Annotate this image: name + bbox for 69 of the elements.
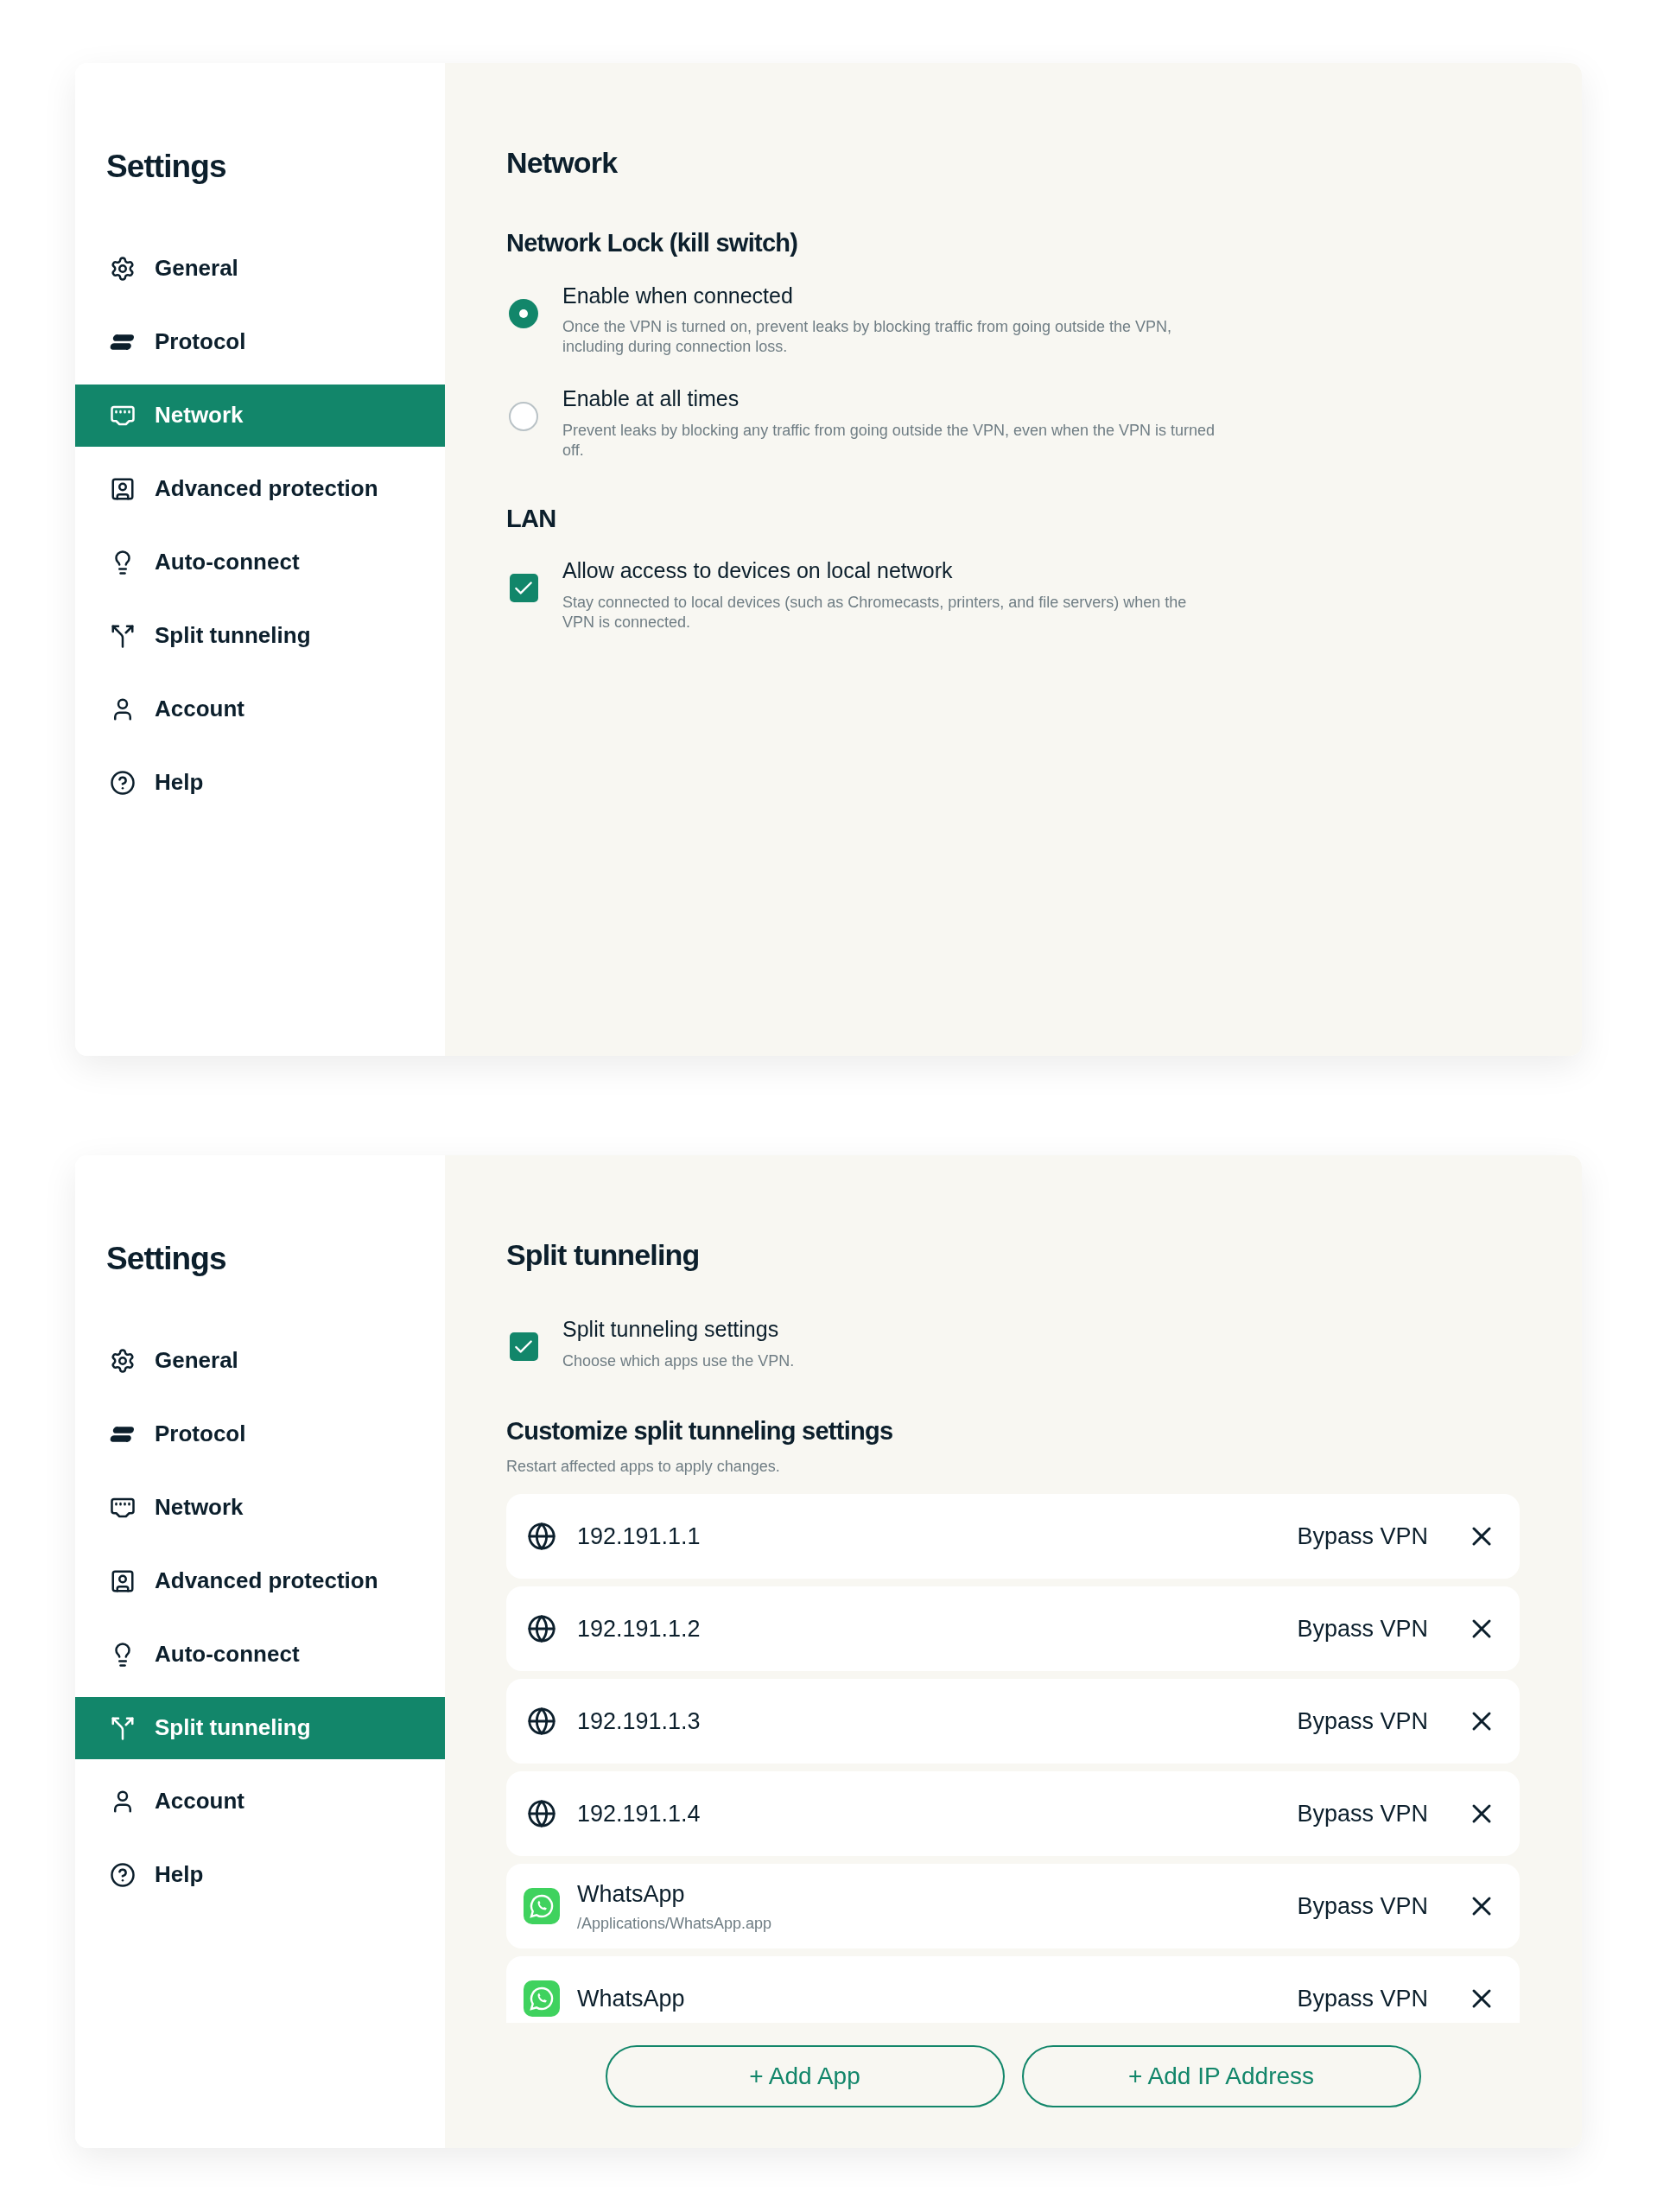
sidebar-item[interactable]: Network bbox=[75, 384, 445, 447]
mode-label: Bypass VPN bbox=[1297, 1799, 1428, 1828]
sidebar-item[interactable]: Help bbox=[75, 1843, 445, 1906]
entry-path: /Applications/WhatsApp.app bbox=[577, 1913, 772, 1934]
option-label: Allow access to devices on local network bbox=[562, 557, 954, 584]
globe-icon bbox=[527, 1799, 556, 1828]
split-arrow-icon bbox=[110, 1714, 136, 1741]
mode-label: Bypass VPN bbox=[1297, 1707, 1428, 1736]
help-icon bbox=[110, 1861, 136, 1888]
sidebar-item[interactable]: Auto-connect bbox=[75, 1623, 445, 1686]
sidebar-item[interactable]: Help bbox=[75, 751, 445, 814]
chat-app-icon bbox=[524, 1888, 560, 1924]
sidebar-item[interactable]: Account bbox=[75, 1770, 445, 1833]
add-button[interactable]: + Add IP Address bbox=[1021, 2045, 1421, 2107]
section-subtitle: Restart affected apps to apply changes. bbox=[506, 1457, 781, 1477]
option-description: Choose which apps use the VPN. bbox=[562, 1351, 795, 1371]
entry-name: 192.191.1.2 bbox=[577, 1614, 701, 1643]
help-icon bbox=[110, 769, 136, 796]
split-arrow-icon bbox=[110, 622, 136, 649]
list-row[interactable]: 192.191.1.1 Bypass VPN bbox=[506, 1494, 1520, 1579]
sidebar-item[interactable]: Account bbox=[75, 677, 445, 741]
option-description: Prevent leaks by blocking any traffic from going outside the VPN, even when the VPN is turned off. bbox=[562, 420, 1216, 461]
option-description: Once the VPN is turned on, prevent leaks by blocking traffic from going outside the VPN, including during connection loss. bbox=[562, 317, 1173, 357]
globe-icon bbox=[527, 1614, 556, 1643]
option-description: Stay connected to local devices (such as Chromecasts, printers, and file servers) when the VPN is connected. bbox=[562, 592, 1188, 632]
chat-app-icon bbox=[524, 1980, 560, 2017]
globe-icon bbox=[527, 1707, 556, 1736]
option-label: Enable at all times bbox=[562, 385, 740, 412]
settings-icon bbox=[110, 255, 136, 282]
sidebar-item[interactable]: Auto-connect bbox=[75, 531, 445, 594]
entry-name: 192.191.1.3 bbox=[577, 1707, 701, 1736]
globe-icon bbox=[527, 1522, 556, 1551]
page-title: Network bbox=[506, 145, 619, 181]
list-row[interactable]: 192.191.1.3 Bypass VPN bbox=[506, 1679, 1520, 1764]
sidebar-item[interactable]: Split tunneling bbox=[75, 604, 445, 667]
sidebar-item[interactable]: Network bbox=[75, 1476, 445, 1539]
mode-label: Bypass VPN bbox=[1297, 1614, 1428, 1643]
checkbox[interactable] bbox=[509, 1332, 538, 1361]
settings-icon bbox=[110, 1347, 136, 1374]
sidebar-title: Settings bbox=[105, 148, 227, 186]
section-title: LAN bbox=[506, 503, 557, 534]
mode-label: Bypass VPN bbox=[1297, 1522, 1428, 1551]
entry-name: 192.191.1.4 bbox=[577, 1799, 701, 1828]
mode-label: Bypass VPN bbox=[1297, 1984, 1428, 2013]
sidebar-item[interactable]: Advanced protection bbox=[75, 1549, 445, 1612]
page-title: Split tunneling bbox=[506, 1237, 701, 1273]
option-label: Enable when connected bbox=[562, 282, 794, 309]
list-row[interactable]: 192.191.1.4 Bypass VPN bbox=[506, 1771, 1520, 1856]
radio-button[interactable] bbox=[509, 402, 538, 431]
sidebar-title: Settings bbox=[105, 1240, 227, 1278]
sidebar-item[interactable]: Protocol bbox=[75, 310, 445, 373]
entry-name: WhatsApp bbox=[577, 1880, 686, 1910]
checkbox[interactable] bbox=[509, 574, 538, 602]
entry-name: 192.191.1.1 bbox=[577, 1522, 701, 1551]
entry-name: WhatsApp bbox=[577, 1984, 685, 2013]
sidebar-item[interactable]: Split tunneling bbox=[75, 1696, 445, 1759]
sidebar-item[interactable]: Protocol bbox=[75, 1402, 445, 1465]
mode-label: Bypass VPN bbox=[1297, 1891, 1428, 1921]
list-row[interactable]: WhatsApp /Applications/WhatsApp.app Bypass VPN bbox=[506, 1864, 1520, 1948]
section-title: Customize split tunneling settings bbox=[506, 1415, 894, 1446]
sidebar-item[interactable]: Advanced protection bbox=[75, 457, 445, 520]
add-button[interactable]: + Add App bbox=[605, 2045, 1005, 2107]
section-title: Network Lock (kill switch) bbox=[506, 228, 799, 258]
list-row[interactable]: 192.191.1.2 Bypass VPN bbox=[506, 1586, 1520, 1671]
sidebar-item[interactable]: General bbox=[75, 237, 445, 300]
sidebar-item[interactable]: General bbox=[75, 1329, 445, 1392]
radio-button[interactable] bbox=[509, 298, 538, 328]
option-label: Split tunneling settings bbox=[562, 1316, 780, 1343]
list-row[interactable]: WhatsApp Bypass VPN bbox=[506, 1956, 1520, 2023]
